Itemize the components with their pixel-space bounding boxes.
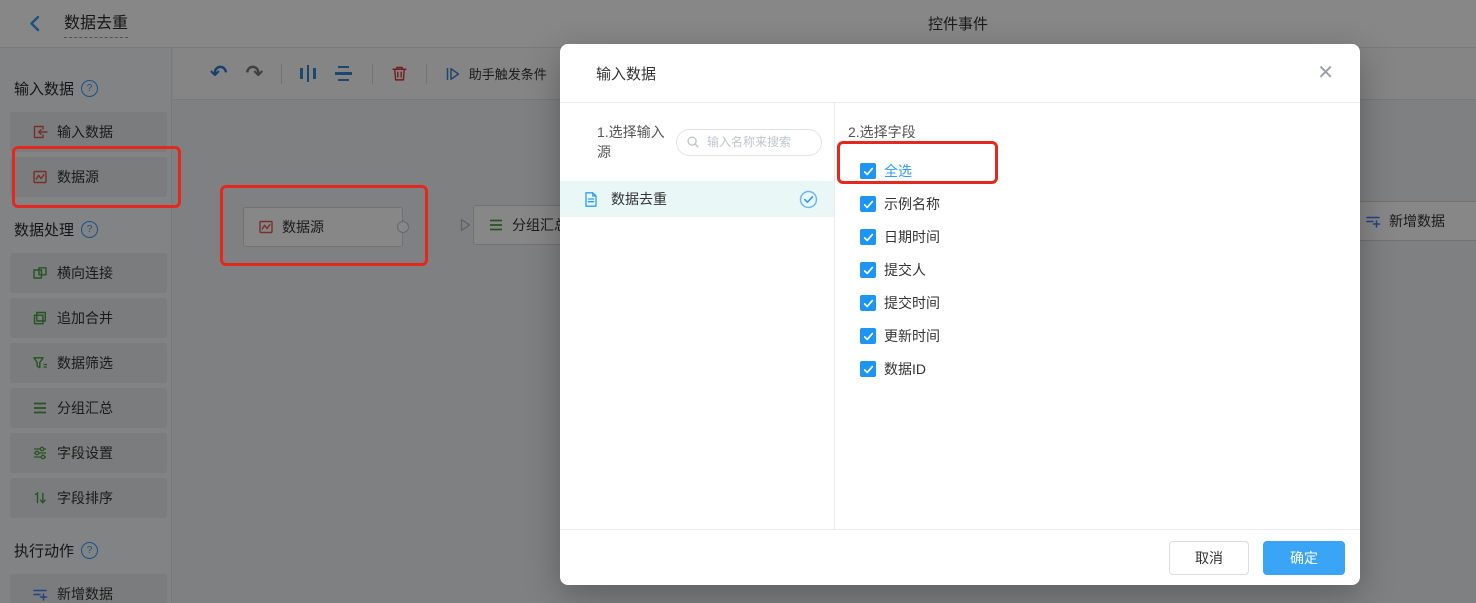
modal-title: 输入数据 [596,63,656,84]
modal-footer: 取消 确定 [560,529,1360,585]
modal-body: 1.选择输入源 数据去重 [560,103,1360,529]
source-search[interactable] [676,129,822,156]
field-row: 示例名称 [860,194,1360,214]
source-item-label: 数据去重 [611,189,667,209]
source-search-input[interactable] [705,134,812,150]
checkbox-checked[interactable] [860,328,876,344]
field-row-select-all: 全选 [860,161,1360,181]
cancel-button[interactable]: 取消 [1169,541,1249,575]
field-label: 更新时间 [884,326,940,346]
source-panel: 1.选择输入源 数据去重 [560,103,835,529]
field-label: 示例名称 [884,194,940,214]
field-label-select-all[interactable]: 全选 [884,161,912,181]
field-panel: 2.选择字段 全选 示例名称 日期时间 [835,103,1360,529]
step2-label: 2.选择字段 [848,122,1360,142]
field-label: 数据ID [884,359,926,379]
input-data-modal: 输入数据 ✕ 1.选择输入源 数 [560,44,1360,585]
field-label: 提交人 [884,260,926,280]
checkbox-checked[interactable] [860,361,876,377]
confirm-button[interactable]: 确定 [1263,541,1345,575]
field-label: 日期时间 [884,227,940,247]
field-label: 提交时间 [884,293,940,313]
step1-label: 1.选择输入源 [597,122,676,162]
selected-check-icon [799,190,818,209]
checkbox-checked[interactable] [860,295,876,311]
field-row: 更新时间 [860,326,1360,346]
checkbox-checked[interactable] [860,262,876,278]
checkbox-checked[interactable] [860,196,876,212]
checkbox-checked[interactable] [860,229,876,245]
file-icon [583,191,599,208]
close-icon[interactable]: ✕ [1317,63,1334,83]
field-row: 日期时间 [860,227,1360,247]
field-list: 全选 示例名称 日期时间 提交人 [860,161,1360,379]
field-row: 数据ID [860,359,1360,379]
source-item-dedup[interactable]: 数据去重 [560,181,834,217]
field-row: 提交时间 [860,293,1360,313]
field-row: 提交人 [860,260,1360,280]
modal-header: 输入数据 ✕ [560,44,1360,103]
search-icon [686,135,700,149]
screen: 数据去重 控件事件 输入数据 ? 输入数据 数据源 数据处理 ? [0,0,1476,603]
checkbox-checked[interactable] [860,163,876,179]
